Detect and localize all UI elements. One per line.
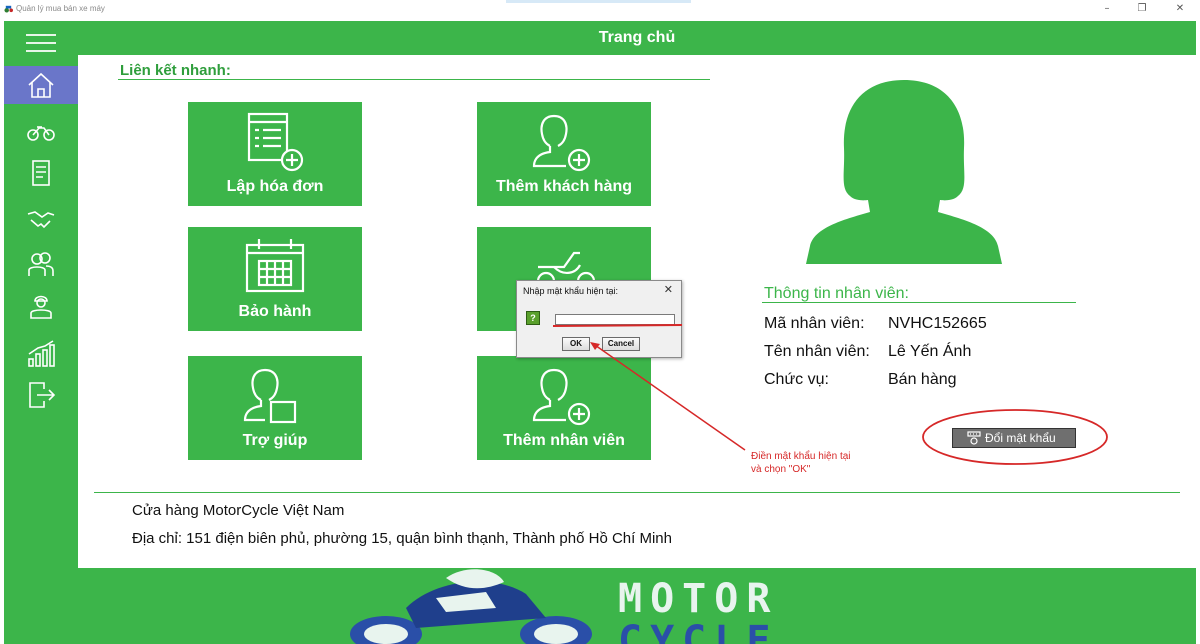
customers-icon [28, 252, 54, 276]
dialog-close-button[interactable]: ✕ [664, 283, 673, 296]
annotation-note: Điền mật khẩu hiện tại và chọn "OK" [751, 450, 851, 476]
tile-warranty[interactable]: Bảo hành [188, 227, 362, 331]
tile-add-customer[interactable]: Thêm khách hàng [477, 102, 651, 206]
password-key-icon [967, 431, 981, 445]
sidebar-item-statistics[interactable] [4, 335, 78, 373]
logout-icon [29, 382, 56, 408]
quick-links-title: Liên kết nhanh: [120, 62, 231, 79]
quick-links-divider [118, 79, 710, 80]
employee-id-value: NVHC152665 [888, 315, 987, 332]
change-password-button[interactable]: Đổi mật khẩu [952, 428, 1076, 448]
sidebar-item-invoices[interactable] [4, 154, 78, 192]
tile-label: Bảo hành [238, 303, 312, 320]
change-password-label: Đổi mật khẩu [985, 431, 1056, 445]
employee-icon [30, 295, 52, 319]
tile-label: Thêm khách hàng [495, 178, 633, 195]
sidebar-item-logout[interactable] [4, 376, 78, 414]
maximize-button[interactable]: ❐ [1132, 2, 1152, 16]
close-window-button[interactable]: ✕ [1170, 2, 1190, 16]
home-icon [28, 72, 54, 98]
employee-avatar [806, 80, 1002, 264]
employee-role-value: Bán hàng [888, 371, 957, 388]
sidebar-item-motorbikes[interactable] [4, 112, 78, 150]
dialog-ok-button[interactable]: OK [562, 337, 590, 351]
footer-divider [94, 492, 1180, 493]
sidebar-item-partners[interactable] [4, 200, 78, 238]
invoice-add-icon [247, 112, 304, 172]
motorbike-icon [27, 126, 55, 141]
calendar-icon [245, 239, 305, 293]
add-employee-icon [532, 368, 591, 426]
help-icon [243, 368, 297, 424]
add-customer-icon [532, 114, 591, 172]
tile-label: Thêm nhân viên [503, 432, 625, 449]
handshake-icon [27, 211, 55, 229]
password-dialog: Nhập mật khẩu hiện tại: ✕ ? OK Cancel [516, 280, 682, 358]
titlebar-accent [506, 0, 691, 3]
employee-name-label: Tên nhân viên: [764, 343, 870, 360]
tile-add-employee[interactable]: Thêm nhân viên [477, 356, 651, 460]
tile-label: Lập hóa đơn [226, 178, 324, 195]
statistics-icon [28, 340, 55, 367]
motorcycle-rider-logo [350, 569, 592, 644]
store-name: Cửa hàng MotorCycle Việt Nam [132, 502, 345, 519]
window-title: Quản lý mua bán xe máy [16, 4, 105, 13]
employee-info-divider [762, 302, 1076, 303]
current-password-input[interactable] [555, 314, 675, 325]
annotation-line1: Điền mật khẩu hiện tại [751, 451, 851, 462]
tile-create-invoice[interactable]: Lập hóa đơn [188, 102, 362, 206]
logo-banner: MOTOR CYCLE [78, 568, 1196, 644]
sidebar [4, 21, 78, 644]
employee-info-title: Thông tin nhân viên: [764, 285, 909, 302]
sidebar-item-customers[interactable] [4, 245, 78, 283]
window-titlebar: Quản lý mua bán xe máy – ❐ ✕ [0, 0, 1200, 20]
dialog-cancel-button[interactable]: Cancel [602, 337, 640, 351]
sidebar-item-employees[interactable] [4, 287, 78, 325]
invoice-icon [32, 160, 50, 186]
sidebar-item-home[interactable] [4, 66, 78, 104]
page-title: Trang chủ [78, 21, 1196, 55]
logo-wordmark: MOTOR CYCLE [618, 578, 778, 644]
app-icon [4, 5, 13, 13]
employee-role-label: Chức vụ: [764, 371, 829, 388]
tile-label: Trợ giúp [242, 432, 308, 449]
tile-help[interactable]: Trợ giúp [188, 356, 362, 460]
hamburger-menu-button[interactable] [26, 32, 56, 54]
minimize-button[interactable]: – [1097, 2, 1117, 16]
dialog-title: Nhập mật khẩu hiện tại: [523, 286, 619, 296]
employee-id-label: Mã nhân viên: [764, 315, 865, 332]
annotation-line2: và chọn "OK" [751, 464, 811, 475]
store-address: Địa chỉ: 151 điện biên phủ, phường 15, q… [132, 530, 672, 547]
question-icon: ? [526, 311, 540, 325]
employee-name-value: Lê Yến Ánh [888, 343, 972, 360]
logo-line1: MOTOR [618, 576, 779, 622]
logo-line2: CYCLE [618, 618, 779, 644]
